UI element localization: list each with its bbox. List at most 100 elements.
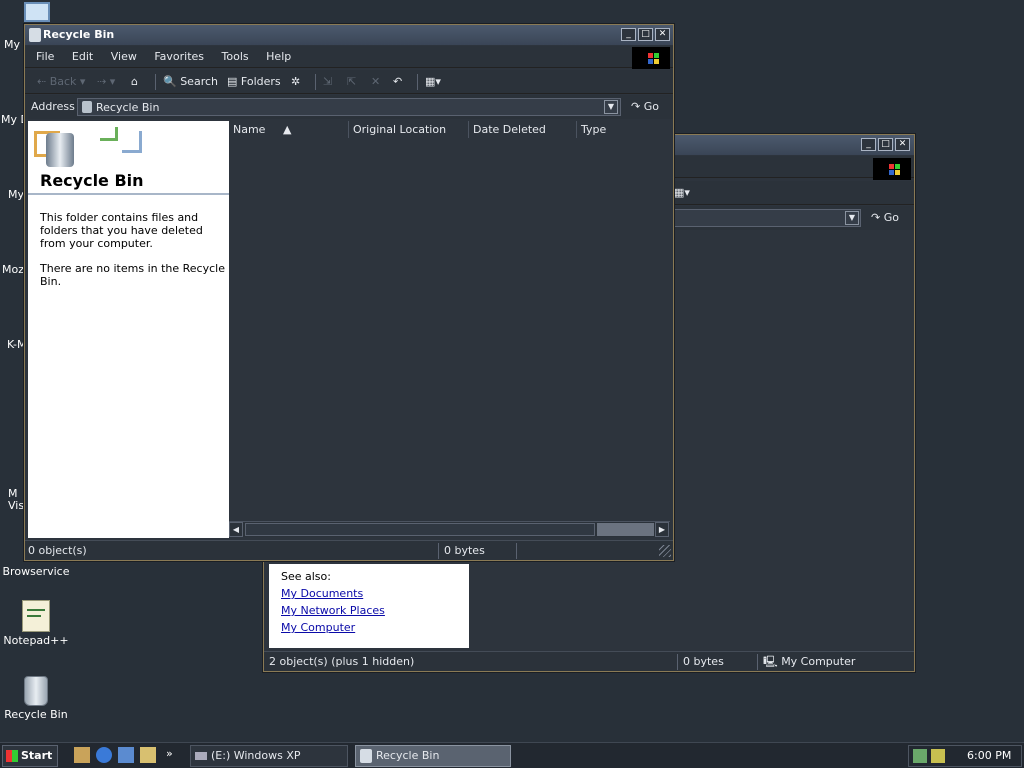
system-tray: 6:00 PM xyxy=(908,745,1022,767)
toolbar: ⇠ Back ▾ ⇢ ▾ ⌂ 🔍 Search ▤ Folders ✲ ⇲ ⇱ … xyxy=(25,70,673,94)
back-minimize-button[interactable]: _ xyxy=(861,138,876,151)
sort-arrow-icon: ▲ xyxy=(282,123,292,136)
desktop-label-my[interactable]: My xyxy=(4,38,20,51)
link-my-documents[interactable]: My Documents xyxy=(281,585,457,602)
window-recycle-icon xyxy=(29,28,41,42)
desktop-icon-browservice[interactable]: Browservice xyxy=(0,563,72,578)
undo-icon[interactable]: ↶ xyxy=(393,73,402,91)
network-tray-icon[interactable] xyxy=(913,749,927,763)
status-size: 0 bytes xyxy=(441,543,517,559)
outlook-icon[interactable] xyxy=(118,747,134,763)
back-go-button[interactable]: ↷ Go xyxy=(871,209,899,227)
desktop-icon-notepad[interactable]: Notepad++ xyxy=(0,600,72,647)
task-pane: Recycle Bin This folder contains files a… xyxy=(28,121,229,538)
start-button[interactable]: Start xyxy=(2,745,58,767)
menu-view[interactable]: View xyxy=(104,46,144,68)
folders-icon: ▤ xyxy=(227,75,238,88)
recycle-bin-icon xyxy=(24,676,48,706)
address-bar: Address Recycle Bin ▼ ↷ Go xyxy=(25,95,673,119)
desktop-label-mozilla[interactable]: Moz xyxy=(2,263,24,276)
up-folder-icon[interactable]: ⌂ xyxy=(131,73,138,91)
task-pane-title: Recycle Bin xyxy=(40,171,144,190)
back-windows-logo-icon xyxy=(873,158,911,180)
task-pane-empty-note: There are no items in the Recycle Bin. xyxy=(40,262,225,288)
search-button[interactable]: 🔍 Search xyxy=(163,73,218,91)
windows-logo-icon xyxy=(632,47,670,69)
back-status-bar: 2 object(s) (plus 1 hidden) 0 bytes 🖳 My… xyxy=(264,651,914,671)
link-my-computer[interactable]: My Computer xyxy=(281,619,457,636)
task-windows-xp[interactable]: (E:) Windows XP xyxy=(190,745,348,767)
back-status-location: 🖳 My Computer xyxy=(763,655,856,668)
recycle-bin-window[interactable]: Recycle Bin _ □ ✕ File Edit View Favorit… xyxy=(24,24,674,561)
copy-to-icon[interactable]: ⇱ xyxy=(347,73,356,91)
close-button[interactable]: ✕ xyxy=(655,28,670,41)
file-list[interactable]: Name ▲ Original Location Date Deleted Ty… xyxy=(229,121,670,538)
address-dropdown-icon[interactable]: ▼ xyxy=(604,100,618,114)
horizontal-scrollbar[interactable]: ◀ ▶ xyxy=(229,521,670,537)
drive-icon xyxy=(195,752,207,760)
address-input[interactable]: Recycle Bin xyxy=(77,98,621,116)
taskbar: Start » (E:) Windows XP Recycle Bin 6:00… xyxy=(0,742,1024,768)
status-objects: 0 object(s) xyxy=(25,543,439,559)
address-value: Recycle Bin xyxy=(96,101,160,114)
ie-icon[interactable] xyxy=(96,747,112,763)
window-titlebar[interactable]: Recycle Bin xyxy=(25,25,673,45)
task-pane-description: This folder contains files and folders t… xyxy=(40,211,203,250)
back-status-objects: 2 object(s) (plus 1 hidden) xyxy=(266,654,678,670)
link-my-network-places[interactable]: My Network Places xyxy=(281,602,457,619)
monitor-icon[interactable] xyxy=(24,2,50,22)
scroll-right-icon[interactable]: ▶ xyxy=(655,522,669,537)
scroll-thumb[interactable] xyxy=(245,523,595,536)
forward-button[interactable]: ⇢ ▾ xyxy=(97,73,115,91)
window-title: Recycle Bin xyxy=(43,28,115,41)
maximize-button[interactable]: □ xyxy=(638,28,653,41)
search-icon: 🔍 xyxy=(163,75,177,88)
move-to-icon[interactable]: ⇲ xyxy=(323,73,332,91)
back-button[interactable]: ⇠ Back ▾ xyxy=(37,73,85,91)
resize-grip-icon[interactable] xyxy=(659,545,671,557)
go-arrow-icon: ↷ xyxy=(631,100,641,113)
menu-edit[interactable]: Edit xyxy=(65,46,100,68)
back-address-dropdown-icon[interactable]: ▼ xyxy=(845,211,859,225)
back-views-icon[interactable]: ▦▾ xyxy=(674,184,690,202)
toolbar-separator xyxy=(315,74,316,90)
minimize-button[interactable]: _ xyxy=(621,28,636,41)
folder-options-icon[interactable]: ✲ xyxy=(291,73,300,91)
notepad-label: Notepad++ xyxy=(3,634,69,647)
toolbar-separator xyxy=(155,74,156,90)
back-close-button[interactable]: ✕ xyxy=(895,138,910,151)
menu-tools[interactable]: Tools xyxy=(215,46,256,68)
desktop-icon-recycle-bin[interactable]: Recycle Bin xyxy=(0,676,72,721)
clock[interactable]: 6:00 PM xyxy=(967,749,1011,762)
back-maximize-button[interactable]: □ xyxy=(878,138,893,151)
column-date-deleted[interactable]: Date Deleted xyxy=(469,121,577,138)
column-original-location[interactable]: Original Location xyxy=(349,121,469,138)
address-recycle-icon xyxy=(82,101,92,113)
quick-launch-more-icon[interactable]: » xyxy=(166,747,173,760)
menu-favorites[interactable]: Favorites xyxy=(147,46,211,68)
security-tray-icon[interactable] xyxy=(931,749,945,763)
menu-file[interactable]: File xyxy=(29,46,61,68)
back-status-size: 0 bytes xyxy=(680,654,758,670)
task-recycle-bin[interactable]: Recycle Bin xyxy=(355,745,511,767)
menu-help[interactable]: Help xyxy=(259,46,298,68)
back-see-also-panel: See also: My Documents My Network Places… xyxy=(269,564,469,648)
column-name[interactable]: Name ▲ xyxy=(229,121,349,138)
computer-icon: 🖳 xyxy=(763,655,778,668)
folders-button[interactable]: ▤ Folders xyxy=(227,73,281,91)
browservice-label: Browservice xyxy=(2,565,70,578)
task-pane-divider xyxy=(28,193,229,195)
delete-icon[interactable]: ✕ xyxy=(371,73,380,91)
show-desktop-icon[interactable] xyxy=(74,747,90,763)
toolbar-separator xyxy=(417,74,418,90)
explorer-icon[interactable] xyxy=(140,747,156,763)
address-label: Address xyxy=(31,100,75,113)
column-type[interactable]: Type xyxy=(577,121,670,138)
views-icon[interactable]: ▦▾ xyxy=(425,73,441,91)
recycle-bin-label: Recycle Bin xyxy=(4,708,68,721)
scroll-left-icon[interactable]: ◀ xyxy=(229,522,243,537)
go-button[interactable]: ↷ Go xyxy=(631,98,659,116)
desktop-label-mycomputer[interactable]: My xyxy=(8,188,24,201)
scroll-track[interactable] xyxy=(597,523,654,536)
back-arrow-icon: ⇠ xyxy=(37,75,47,88)
